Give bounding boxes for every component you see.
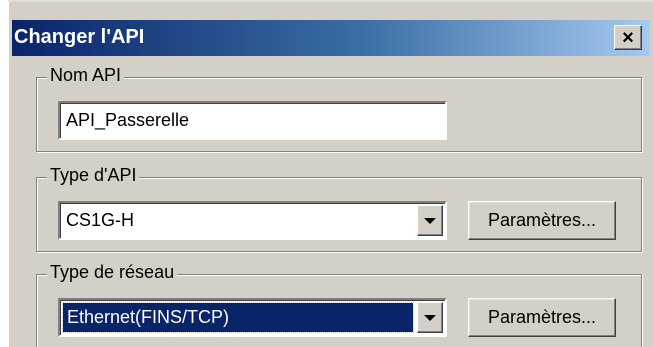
- plc-type-settings-label: Paramètres...: [487, 210, 597, 230]
- plc-name-input[interactable]: API_Passerelle: [58, 101, 447, 140]
- network-settings-label: Paramètres...: [487, 307, 597, 327]
- plc-type-selected: CS1G-H: [66, 210, 135, 230]
- chevron-down-icon: [424, 217, 436, 224]
- group-label-type-api: Type d'API: [47, 165, 140, 186]
- group-nom-api: Nom API API_Passerelle: [36, 65, 642, 152]
- plc-name-value: API_Passerelle: [66, 110, 190, 130]
- group-label-type-reseau: Type de réseau: [47, 262, 178, 283]
- plc-type-settings-button[interactable]: Paramètres...: [468, 201, 616, 240]
- network-settings-button[interactable]: Paramètres...: [468, 298, 616, 337]
- change-plc-dialog: Changer l'API × Nom API API_Passerelle T…: [7, 0, 653, 347]
- group-type-api: Type d'API CS1G-H Paramètres...: [36, 165, 642, 252]
- plc-type-dropdown-button[interactable]: [417, 205, 443, 236]
- close-button[interactable]: ×: [614, 25, 642, 50]
- network-type-selected: Ethernet(FINS/TCP): [67, 307, 230, 327]
- plc-type-combobox[interactable]: CS1G-H: [58, 201, 447, 240]
- dialog-title: Changer l'API: [14, 26, 145, 48]
- chevron-down-icon: [424, 314, 436, 321]
- close-icon: ×: [622, 26, 634, 49]
- network-type-dropdown-button[interactable]: [417, 302, 443, 333]
- network-type-selected-highlight: Ethernet(FINS/TCP): [62, 302, 414, 333]
- network-type-combobox[interactable]: Ethernet(FINS/TCP): [58, 298, 447, 337]
- group-type-reseau: Type de réseau Ethernet(FINS/TCP) Paramè…: [36, 262, 642, 347]
- title-bar[interactable]: Changer l'API ×: [12, 20, 650, 56]
- group-label-nom-api: Nom API: [47, 65, 125, 86]
